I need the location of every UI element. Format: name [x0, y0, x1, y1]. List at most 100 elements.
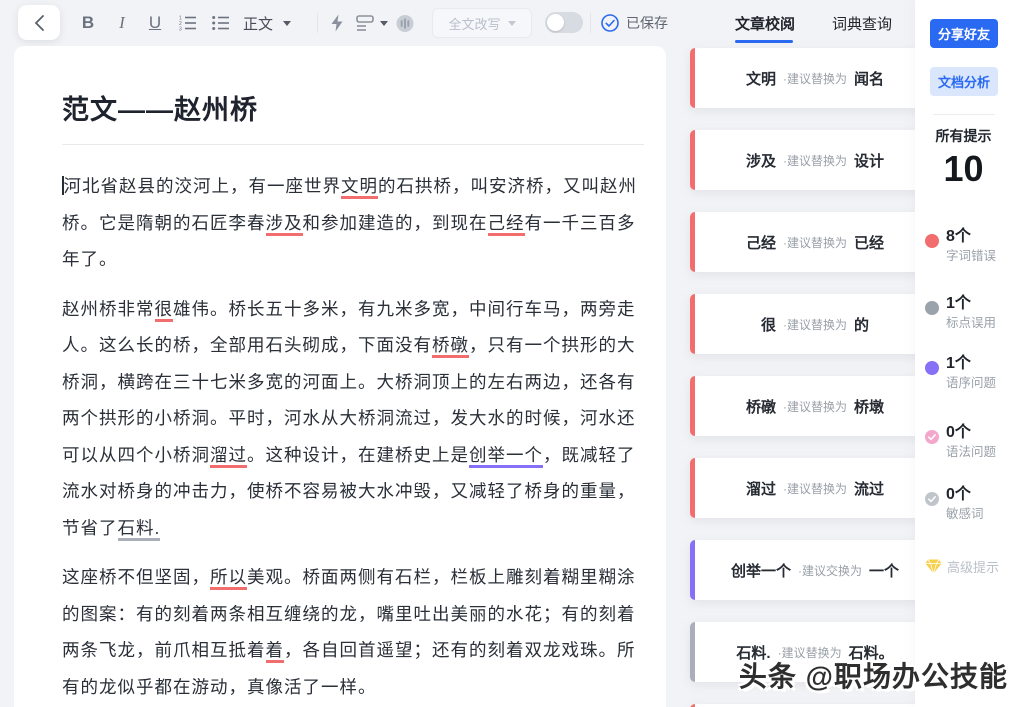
toggle-knob	[547, 14, 564, 31]
share-button[interactable]: 分享好友	[930, 19, 998, 48]
suggestion-replacement[interactable]: 闻名	[854, 68, 884, 89]
stat-count: 1个	[946, 355, 1011, 373]
suggestion-card[interactable]: 石料.·建议替换为石料。	[690, 622, 915, 682]
suggestion-card[interactable]: 涉及 ·建议替换为设计	[690, 130, 915, 190]
stat-count: 0个	[946, 486, 1011, 504]
suggestion-original: 桥礅	[746, 396, 776, 417]
paragraph-style-select[interactable]: 正文	[243, 0, 291, 46]
marked-error-text[interactable]: 桥礅	[432, 335, 469, 358]
rewrite-label: 全文改写	[448, 14, 500, 33]
suggestion-card[interactable]: 桥礅 ·建议替换为桥墩	[690, 376, 915, 436]
marked-error-text[interactable]: 创举一个	[469, 445, 543, 468]
lightning-icon	[330, 14, 344, 32]
premium-hints-label: 高级提示	[947, 557, 999, 576]
suggestion-original: 涉及	[746, 150, 776, 171]
outline-button[interactable]	[356, 14, 374, 32]
marked-error-text[interactable]: 涉及	[266, 213, 303, 236]
stat-label: 敏感词	[946, 506, 1011, 523]
suggestion-severity-bar	[690, 130, 695, 190]
paragraphs-container: 河北省赵县的洨河上，有一座世界文明的石拱桥，叫安济桥，又叫赵州桥。它是隋朝的石匠…	[62, 168, 644, 707]
chevron-left-icon	[34, 15, 45, 31]
suggestion-action-label: ·建议替换为	[783, 316, 847, 333]
stat-row-敏感词[interactable]: 0个敏感词	[925, 486, 1011, 523]
category-dot-icon	[925, 361, 939, 375]
bullet-list-button[interactable]	[209, 0, 233, 46]
suggestion-severity-bar	[690, 48, 695, 108]
stat-row-字词错误[interactable]: 8个字词错误	[925, 228, 1011, 265]
stats-divider	[933, 114, 995, 115]
suggestion-original: 很	[761, 314, 776, 335]
rewrite-button[interactable]: 全文改写	[432, 8, 532, 38]
marked-error-text[interactable]: 很	[155, 299, 174, 322]
bold-button[interactable]: B	[76, 0, 100, 46]
italic-button[interactable]: I	[110, 0, 134, 46]
suggestion-replacement[interactable]: 一个	[869, 560, 899, 581]
stat-row-语法问题[interactable]: 0个语法问题	[925, 424, 1011, 461]
back-button[interactable]	[18, 5, 60, 40]
suggestion-card[interactable]: 文明 ·建议替换为闻名	[690, 48, 915, 108]
voice-icon	[396, 14, 414, 33]
suggestion-action-label: ·建议替换为	[778, 644, 842, 661]
suggestion-replacement[interactable]: 石料。	[849, 642, 894, 663]
suggestion-replacement[interactable]: 设计	[854, 150, 884, 171]
mode-toggle[interactable]	[545, 12, 583, 33]
suggestion-card[interactable]: 很 ·建议替换为的	[690, 294, 915, 354]
paragraph-style-value: 正文	[243, 13, 273, 34]
premium-hints[interactable]: 高级提示	[925, 557, 999, 576]
stat-row-标点误用[interactable]: 1个标点误用	[925, 295, 1011, 332]
doc-paragraph[interactable]: 这座桥不但坚固，所以美观。桥面两侧有石栏，栏板上雕刻着糊里糊涂的图案：有的刻着两…	[62, 559, 644, 705]
suggestion-action-label: ·建议替换为	[783, 152, 847, 169]
suggestion-action-label: ·建议替换为	[783, 70, 847, 87]
ordered-list-button[interactable]: 123	[176, 0, 200, 46]
toolbar-divider	[590, 13, 591, 33]
check-circle-icon	[925, 430, 939, 444]
suggestion-severity-bar	[690, 622, 695, 682]
suggestion-action-label: ·建议替换为	[783, 234, 847, 251]
document-title[interactable]: 范文——赵州桥	[62, 88, 644, 127]
marked-error-text[interactable]: 石料.	[118, 518, 161, 541]
stat-label: 语法问题	[946, 444, 1011, 461]
doc-paragraph[interactable]: 河北省赵县的洨河上，有一座世界文明的石拱桥，叫安济桥，又叫赵州桥。它是隋朝的石匠…	[62, 168, 644, 278]
diamond-icon	[925, 559, 942, 574]
underline-button[interactable]: U	[143, 0, 167, 46]
suggestion-replacement[interactable]: 的	[854, 314, 869, 335]
stat-label: 字词错误	[946, 248, 1011, 265]
document-analysis-button[interactable]: 文档分析	[930, 67, 998, 96]
chevron-down-icon	[283, 21, 291, 26]
chevron-down-icon[interactable]	[380, 21, 388, 26]
suggestion-replacement[interactable]: 流过	[854, 478, 884, 499]
marked-error-text[interactable]: 所以	[210, 567, 247, 590]
bullet-list-icon	[212, 15, 230, 31]
marked-error-text[interactable]: 溜过	[210, 445, 247, 468]
suggestion-original: 创举一个	[731, 560, 791, 581]
check-circle-icon	[925, 492, 939, 506]
doc-paragraph[interactable]: 赵州桥非常很雄伟。桥长五十多米，有九米多宽，中间行车马，两旁走人。这么长的桥，全…	[62, 291, 644, 547]
suggestion-severity-bar	[690, 376, 695, 436]
suggestion-card[interactable]: 溜过 ·建议替换为流过	[690, 458, 915, 518]
suggestion-severity-bar	[690, 540, 695, 600]
suggestion-action-label: ·建议替换为	[783, 480, 847, 497]
suggestion-original: 文明	[746, 68, 776, 89]
suggestions-panel: 文明·建议替换为闻名涉及·建议替换为设计己经·建议替换为已经很·建议替换为的桥礅…	[666, 0, 915, 707]
suggestion-replacement[interactable]: 桥墩	[854, 396, 884, 417]
suggestion-original: 溜过	[746, 478, 776, 499]
stats-title: 所有提示	[915, 126, 1012, 146]
lightning-button[interactable]	[330, 14, 348, 32]
suggestion-severity-bar	[690, 294, 695, 354]
suggestion-replacement[interactable]: 已经	[854, 232, 884, 253]
document-editor[interactable]: 范文——赵州桥 河北省赵县的洨河上，有一座世界文明的石拱桥，叫安济桥，又叫赵州桥…	[14, 46, 666, 707]
voice-button[interactable]	[396, 14, 414, 32]
suggestion-card[interactable]: 己经·建议替换为已经	[690, 212, 915, 272]
suggestion-card[interactable]: 创举一个 ·建议交换为一个	[690, 540, 915, 600]
stat-count: 8个	[946, 228, 1011, 246]
stats-panel: 分享好友 文档分析 所有提示 10 8个字词错误1个标点误用1个语序问题0个语法…	[915, 0, 1012, 707]
stat-row-语序问题[interactable]: 1个语序问题	[925, 355, 1011, 392]
marked-error-text[interactable]: 文明	[341, 176, 378, 199]
suggestion-action-label: ·建议交换为	[798, 562, 862, 579]
marked-error-text[interactable]: 着	[266, 640, 285, 663]
title-divider	[62, 144, 644, 145]
suggestion-severity-bar	[690, 458, 695, 518]
marked-error-text[interactable]: 己经	[488, 213, 525, 236]
outline-icon	[356, 14, 374, 32]
suggestion-action-label: ·建议替换为	[783, 398, 847, 415]
